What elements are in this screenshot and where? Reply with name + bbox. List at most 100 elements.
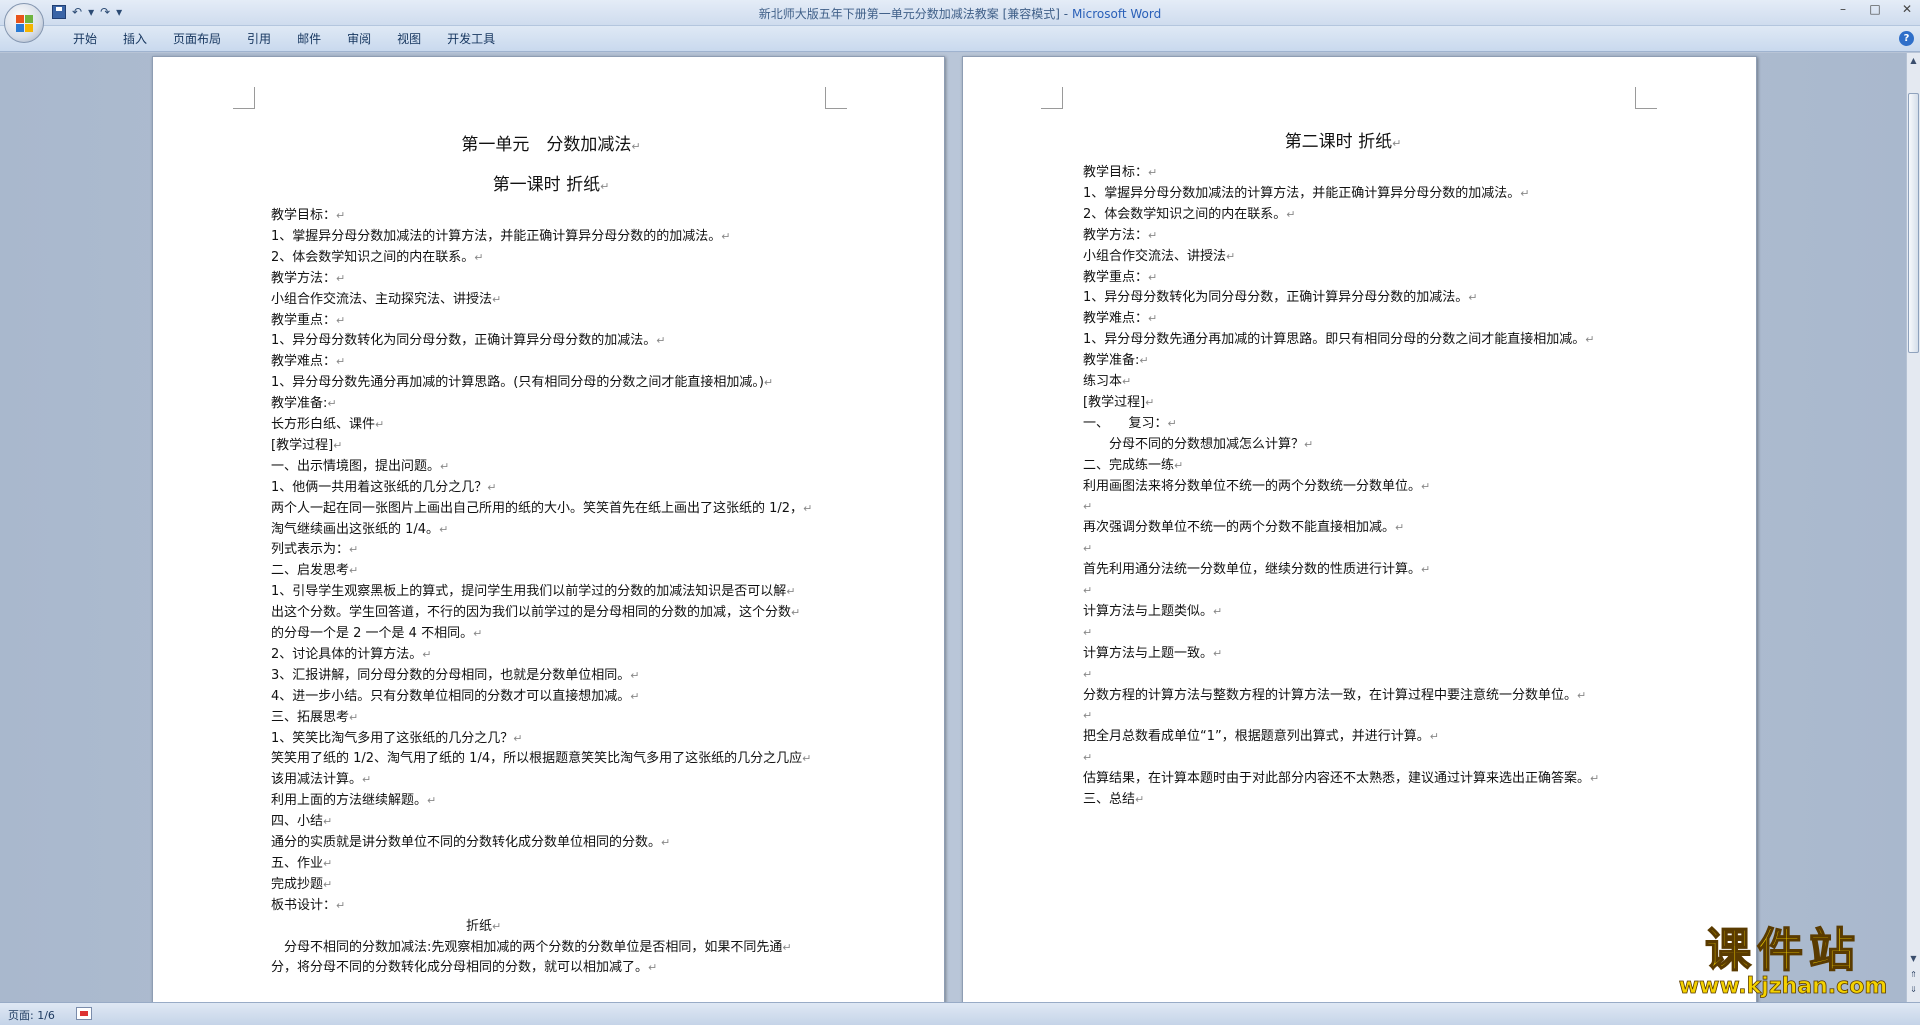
line-text: 1、异分母分数先通分再加减的计算思路。即只有相同分母的分数之间才能直接相加减。: [1083, 332, 1586, 348]
paragraph-mark: ↵: [1520, 186, 1530, 200]
paragraph-mark: ↵: [492, 919, 502, 933]
proofing-icon[interactable]: [76, 1007, 92, 1020]
text-line: 四、小结↵: [271, 813, 332, 830]
paragraph-mark: ↵: [1286, 207, 1296, 221]
line-text: 分，将分母不同的分数转化成分母相同的分数，就可以相加减了。: [271, 960, 649, 976]
line-text: 1、异分母分数转化为同分母分数，正确计算异分母分数的加减法。: [1083, 290, 1469, 306]
ribbon-tab[interactable]: 插入: [110, 31, 160, 47]
line-text: 小组合作交流法、主动探究法、讲授法: [271, 291, 493, 307]
paragraph-mark: ↵: [786, 585, 796, 599]
paragraph-mark: ↵: [513, 731, 523, 745]
line-text: 长方形白纸、课件: [271, 417, 376, 432]
line-text: 板书设计：: [271, 897, 337, 913]
line-text: 2、讨论具体的计算方法。: [271, 646, 423, 662]
paragraph-mark: ↵: [327, 397, 337, 411]
line-text: [教学过程]: [1083, 394, 1146, 410]
line-text: 1、掌握异分母分数加减法的计算方法，并能正确计算异分母分数的加减法。: [1083, 185, 1521, 201]
ribbon-tab[interactable]: 视图: [384, 31, 434, 47]
line-text: 练习本: [1083, 374, 1123, 389]
ribbon-tab[interactable]: 引用: [234, 31, 284, 47]
paragraph-mark: ↵: [721, 229, 731, 243]
document-page-2[interactable]: 第二课时 折纸↵ 教学目标：↵ 1、掌握异分母分数加减法的计算方法，并能正确计算异…: [962, 56, 1757, 1002]
line-text: 分母不同的分数想加减怎么计算？: [1083, 436, 1305, 452]
title-separator: -: [1059, 7, 1072, 21]
text-line: 淘气继续画出这张纸的 1/4。↵: [271, 521, 448, 538]
line-text: 出这个分数。学生回答道，不行的因为我们以前学过的是分母相同的分数的加减，这个分数: [271, 605, 792, 621]
ribbon-tab[interactable]: 页面布局: [160, 31, 234, 47]
line-text: 1、他俩一共用着这张纸的几分之几？: [271, 479, 488, 495]
scroll-thumb[interactable]: [1908, 93, 1919, 353]
text-line: 两个人一起在同一张图片上画出自己所用的纸的大小。笑笑首先在纸上画出了这张纸的 1…: [271, 500, 812, 517]
paragraph-mark: ↵: [630, 689, 640, 703]
scroll-down-icon[interactable]: ▼: [1908, 953, 1919, 965]
minimize-icon[interactable]: –: [1834, 2, 1852, 16]
paragraph-mark: ↵: [1590, 772, 1600, 786]
watermark-url: www.kjzhan.com: [1678, 974, 1888, 999]
text-line: 1、异分母分数转化为同分母分数，正确计算异分母分数的加减法。↵: [1083, 289, 1478, 306]
line-text: 把全月总数看成单位“1”，根据题意列出算式，并进行计算。: [1083, 729, 1430, 745]
next-page-icon[interactable]: ⇓: [1908, 984, 1919, 996]
paragraph-mark: ↵: [323, 815, 333, 829]
line-text: [教学过程]: [271, 437, 334, 453]
line-text: 利用上面的方法继续解题。: [271, 793, 428, 809]
paragraph-mark: ↵: [427, 794, 437, 808]
paragraph-mark: ↵: [473, 627, 483, 640]
maximize-icon[interactable]: □: [1866, 2, 1884, 16]
ribbon-tab[interactable]: 开始: [60, 31, 110, 47]
document-workspace: 第一单元 分数加减法↵ 第一课时 折纸↵ 教学目标：↵ 1、掌握异分母分数加减法的…: [0, 53, 1906, 1002]
text-line: 分母不相同的分数加减法:先观察相加减的两个分数的分数单位是否相同，如果不同先通↵: [271, 939, 792, 956]
document-page-1[interactable]: 第一单元 分数加减法↵ 第一课时 折纸↵ 教学目标：↵ 1、掌握异分母分数加减法的…: [152, 56, 945, 1002]
paragraph-mark: ↵: [1083, 500, 1093, 514]
text-line: 教学目标：↵: [271, 207, 345, 224]
paragraph-mark: ↵: [1083, 625, 1093, 639]
text-line: 1、他俩一共用着这张纸的几分之几？↵: [271, 479, 497, 496]
close-icon[interactable]: ✕: [1898, 2, 1916, 16]
line-text: 教学准备:: [271, 396, 328, 412]
paragraph-mark: ↵: [656, 334, 666, 348]
text-line: 2、体会数学知识之间的内在联系。↵: [1083, 206, 1296, 223]
paragraph-mark: ↵: [336, 355, 346, 369]
line-text: 1、异分母分数转化为同分母分数，正确计算异分母分数的加减法。: [271, 333, 657, 349]
text-line: 3、汇报讲解，同分母分数的分母相同，也就是分数单位相同。↵: [271, 667, 640, 684]
line-text: 完成抄题: [271, 876, 324, 892]
ribbon-tab[interactable]: 开发工具: [434, 31, 508, 47]
margin-corner-mark: [233, 87, 255, 109]
paragraph-mark: ↵: [333, 438, 343, 452]
document-title: 新北师大版五年下册第一单元分数加减法教案 [兼容模式]: [758, 7, 1060, 21]
line-text: 三、拓展思考: [271, 709, 350, 725]
line-text: 二、启发思考: [271, 563, 350, 579]
text-line: 计算方法与上题类似。↵: [1083, 603, 1222, 620]
page-indicator[interactable]: 页面: 1/6: [8, 1007, 55, 1023]
vertical-scrollbar[interactable]: ▲ ▼ ⇑ ⇓: [1906, 53, 1920, 1002]
line-text: 教学准备:: [1083, 353, 1140, 369]
text-line: ↵: [1083, 707, 1092, 724]
status-bar: 页面: 1/6: [0, 1002, 1920, 1025]
line-text: 的分母一个是 2 一个是 4 不相同。: [271, 626, 474, 641]
paragraph-mark: ↵: [1213, 604, 1223, 618]
office-button[interactable]: [4, 3, 44, 43]
paragraph-mark: ↵: [648, 961, 658, 975]
line-text: 首先利用通分法统一分数单位，继续分数的性质进行计算。: [1083, 562, 1422, 578]
scroll-up-icon[interactable]: ▲: [1908, 55, 1919, 67]
line-text: 分数方程的计算方法与整数方程的计算方法一致，在计算过程中要注意统一分数单位。: [1083, 687, 1578, 703]
text-line: 教学难点：↵: [271, 353, 345, 370]
ribbon-tab[interactable]: 审阅: [334, 31, 384, 47]
text-line: 出这个分数。学生回答道，不行的因为我们以前学过的是分母相同的分数的加减，这个分数…: [271, 604, 800, 621]
text-line: [教学过程]↵: [1083, 394, 1154, 411]
help-icon[interactable]: ?: [1899, 31, 1914, 46]
line-text: 估算结果，在计算本题时由于对此部分内容还不太熟悉，建议通过计算来选出正确答案。: [1083, 771, 1591, 787]
previous-page-icon[interactable]: ⇑: [1908, 969, 1919, 981]
paragraph-mark: ↵: [362, 773, 372, 787]
text-line: 完成抄题↵: [271, 876, 332, 893]
paragraph-mark: ↵: [1083, 709, 1093, 723]
margin-corner-mark: [1041, 87, 1063, 109]
line-text: 折纸: [466, 918, 493, 934]
paragraph-mark: ↵: [349, 710, 359, 724]
text-line: 1、异分母分数先通分再加减的计算思路。即只有相同分母的分数之间才能直接相加减。↵: [1083, 331, 1595, 348]
line-text: 教学难点：: [271, 354, 337, 370]
margin-corner-mark: [1635, 87, 1657, 109]
text-line: ↵: [1083, 498, 1092, 515]
paragraph-mark: ↵: [1213, 646, 1223, 660]
ribbon-tab[interactable]: 邮件: [284, 31, 334, 47]
paragraph-mark: ↵: [802, 752, 812, 766]
